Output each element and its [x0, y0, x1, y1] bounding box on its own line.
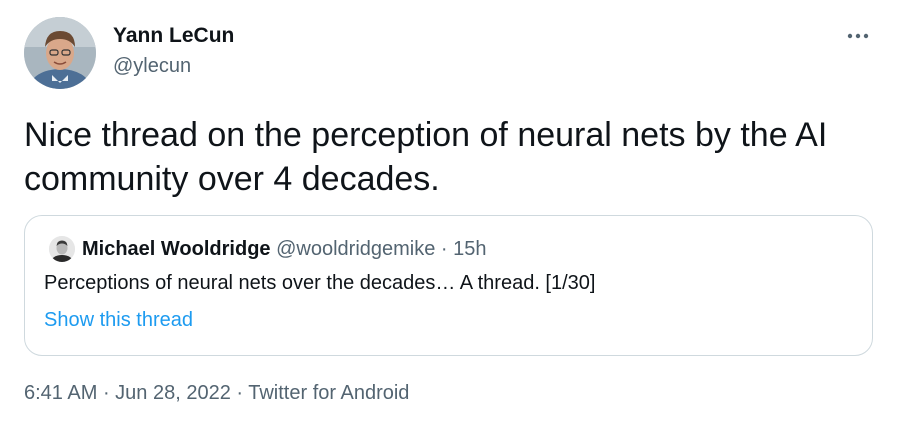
quoted-author-handle: @wooldridgemike	[276, 238, 436, 260]
more-horizontal-icon	[847, 33, 869, 39]
quoted-timestamp: 15h	[453, 238, 487, 260]
tweet: Yann LeCun @ylecun Nice thread on the pe…	[0, 0, 911, 424]
author-handle[interactable]: @ylecun	[113, 55, 191, 78]
author-name[interactable]: Yann LeCun	[113, 24, 234, 48]
quoted-tweet-text: Perceptions of neural nets over the deca…	[44, 272, 596, 294]
quoted-author-avatar	[49, 236, 75, 262]
author-avatar[interactable]	[24, 17, 96, 89]
quoted-tweet-card[interactable]: Michael Wooldridge @wooldridgemike · 15h…	[24, 215, 873, 356]
tweet-date[interactable]: Jun 28, 2022	[115, 382, 231, 404]
quoted-separator: ·	[435, 238, 454, 260]
tweet-footer: 6:41 AM · Jun 28, 2022 · Twitter for And…	[24, 382, 409, 405]
footer-separator: ·	[230, 382, 249, 404]
tweet-text: Nice thread on the perception of neural …	[24, 116, 828, 198]
quoted-author-name: Michael Wooldridge	[82, 238, 271, 260]
tweet-time[interactable]: 6:41 AM	[24, 382, 97, 404]
quoted-tweet-header: Michael Wooldridge @wooldridgemike · 15h	[82, 236, 487, 262]
more-options-button[interactable]	[840, 24, 876, 48]
footer-separator: ·	[97, 382, 116, 404]
tweet-source[interactable]: Twitter for Android	[248, 382, 409, 404]
show-thread-link[interactable]: Show this thread	[44, 309, 193, 332]
